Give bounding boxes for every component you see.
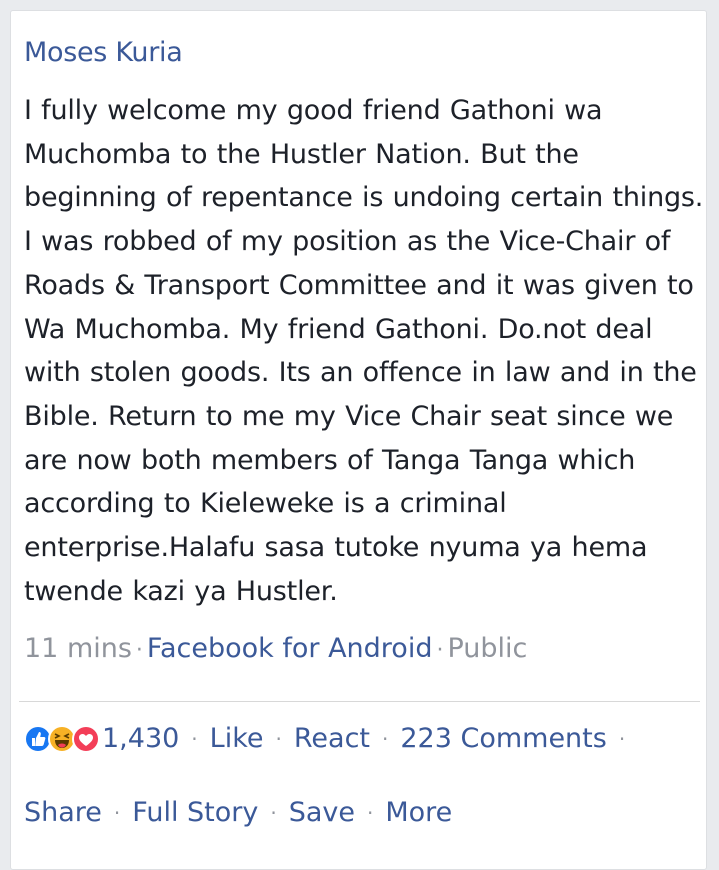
divider <box>19 701 700 702</box>
action-separator: · <box>113 800 121 825</box>
action-separator: · <box>618 726 626 751</box>
love-icon <box>72 724 100 753</box>
post-privacy: Public <box>447 633 528 664</box>
action-separator: · <box>367 800 374 825</box>
action-separator: · <box>270 800 277 825</box>
post-source-link[interactable]: Facebook for Android <box>147 633 433 664</box>
meta-separator: · <box>135 638 143 663</box>
post-card: Moses Kuria I fully welcome my good frie… <box>10 10 707 870</box>
post-author-name[interactable]: Moses Kuria <box>24 37 183 68</box>
more-button[interactable]: More <box>385 797 452 828</box>
like-button[interactable]: Like <box>210 723 264 754</box>
post-meta: 11 mins · Facebook for Android · Public <box>24 633 527 664</box>
react-button[interactable]: React <box>294 723 370 754</box>
full-story-link[interactable]: Full Story <box>132 797 258 828</box>
reaction-icons[interactable] <box>24 724 100 753</box>
post-timestamp[interactable]: 11 mins <box>24 633 132 664</box>
save-button[interactable]: Save <box>289 797 355 828</box>
action-separator: · <box>191 726 198 751</box>
action-separator: · <box>382 726 389 751</box>
action-bar-secondary: Share · Full Story · Save · More <box>24 797 452 828</box>
action-separator: · <box>275 726 282 751</box>
post-body-text: I fully welcome my good friend Gathoni w… <box>24 95 704 607</box>
meta-separator: · <box>436 638 444 663</box>
action-bar-primary: 1,430 · Like · React · 223 Comments · <box>24 723 637 754</box>
reaction-count[interactable]: 1,430 <box>102 723 179 754</box>
comments-link[interactable]: 223 Comments <box>400 723 606 754</box>
share-button[interactable]: Share <box>24 797 102 828</box>
